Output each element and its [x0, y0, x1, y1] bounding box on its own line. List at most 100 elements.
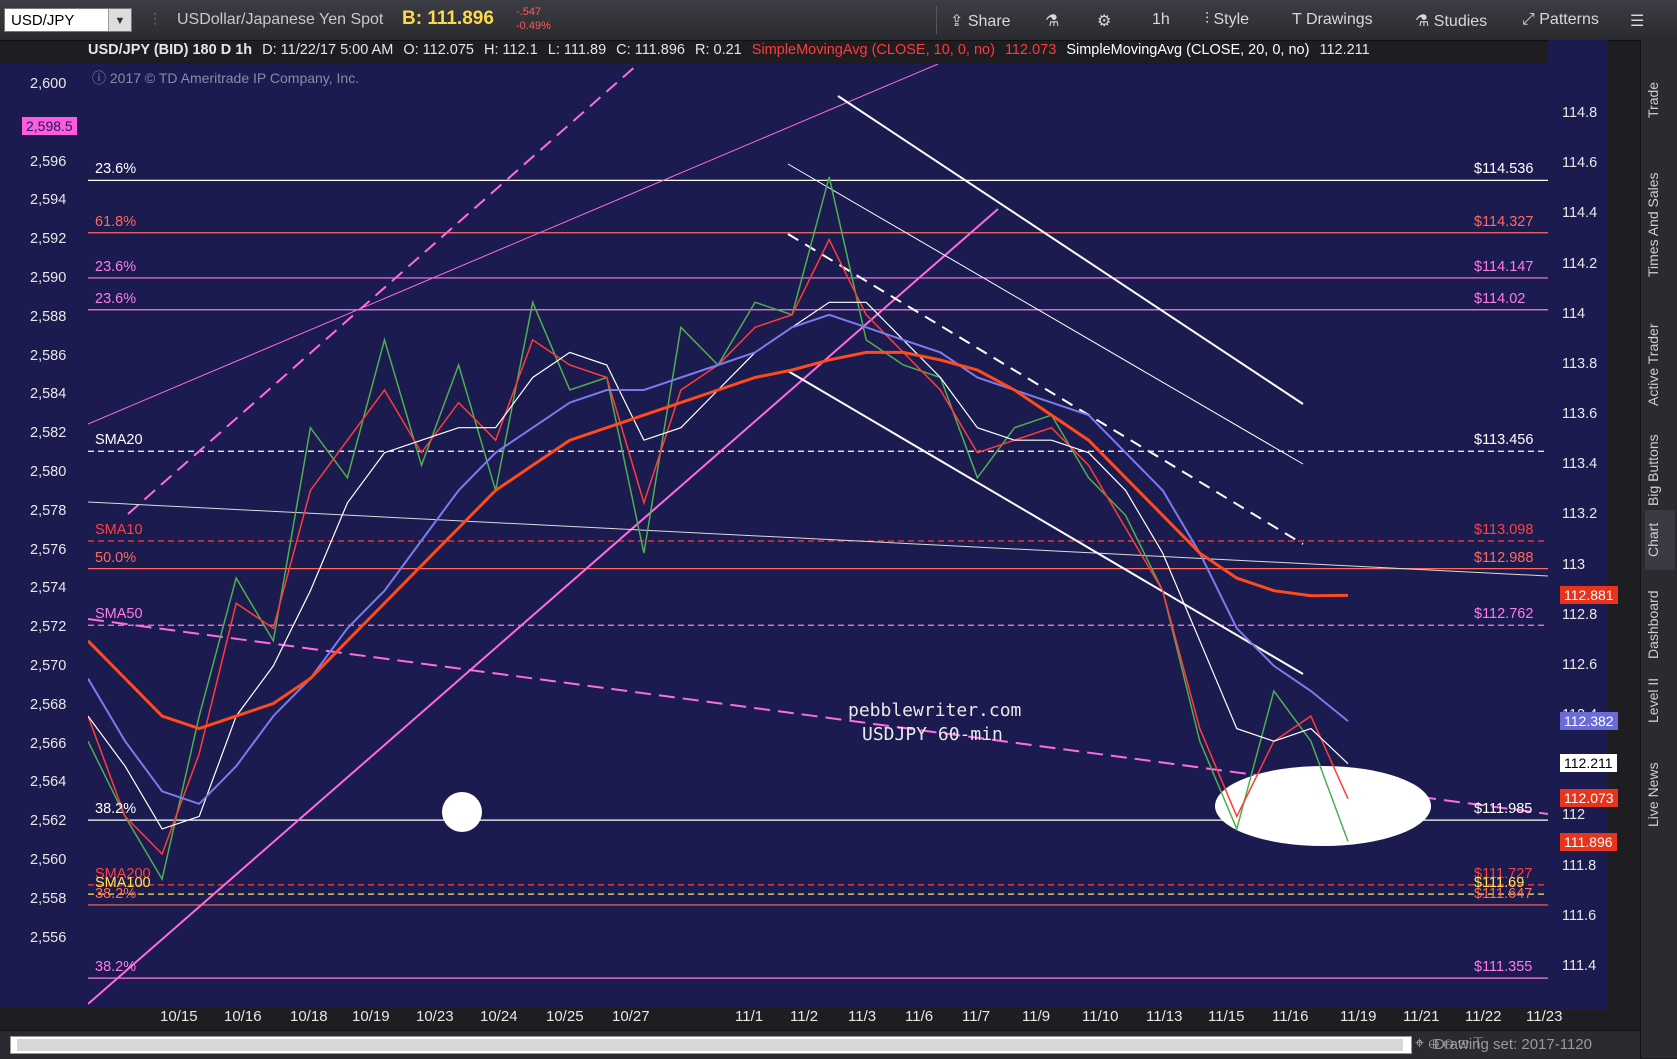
x-tick: 11/3 [848, 1008, 877, 1025]
trendline-flat [88, 501, 1548, 577]
sma20-label[interactable]: SimpleMovingAvg (CLOSE, 20, 0, no) [1066, 42, 1309, 58]
y-right-tick: 113.2 [1562, 506, 1598, 523]
y-left-tick: 2,580 [30, 464, 67, 480]
bar-high: H: 112.1 [484, 42, 538, 58]
left-price-tag: 2,598.5 [22, 117, 77, 135]
sidebar-tab-big-buttons[interactable]: Big Buttons [1645, 430, 1675, 510]
price-tag: 112.881 [1560, 586, 1618, 605]
y-left-tick: 2,576 [30, 541, 67, 558]
y-right-tick: 114.8 [1562, 105, 1598, 122]
sma10-label[interactable]: SimpleMovingAvg (CLOSE, 10, 0, no) [752, 42, 995, 58]
y-left-tick: 2,556 [30, 929, 67, 946]
y-left-tick: 2,558 [30, 890, 67, 907]
chart-plot-area[interactable] [88, 64, 1548, 1007]
y-right-tick: 113.8 [1562, 355, 1598, 372]
bar-open: O: 112.075 [403, 42, 474, 58]
change-value: -.547 [516, 6, 542, 18]
timeframe-button[interactable]: 1h [1152, 11, 1170, 29]
x-tick: 11/16 [1272, 1008, 1309, 1025]
level-label-right: $114.02 [1474, 290, 1526, 307]
share-button[interactable]: ⇪ Share [950, 11, 1011, 31]
y-left-tick: 2,574 [30, 580, 67, 597]
price-chart [88, 64, 1548, 1005]
level-label-left: 23.6% [95, 161, 137, 178]
x-tick: 10/16 [224, 1008, 262, 1025]
patterns-button[interactable]: ⤢ Patterns [1522, 11, 1599, 29]
x-tick: 11/22 [1465, 1008, 1502, 1025]
price-tag: 111.896 [1560, 833, 1617, 852]
series-line-1 [88, 176, 1349, 882]
y-left-tick: 2,596 [30, 153, 67, 170]
sma10-value: 112.073 [1004, 42, 1057, 58]
sidebar-tab-chart[interactable]: Chart [1645, 510, 1675, 570]
y-left-tick: 2,584 [30, 386, 67, 403]
price-tag: 112.382 [1560, 711, 1618, 730]
x-tick: 11/10 [1082, 1008, 1119, 1025]
x-tick: 10/19 [352, 1008, 390, 1025]
copyright: ⓘ 2017 © TD Ameritrade IP Company, Inc. [92, 70, 360, 86]
level-label-left: 23.6% [95, 258, 137, 275]
y-left-tick: 2,560 [30, 852, 67, 868]
sidebar-tab-times-and-sales[interactable]: Times And Sales [1645, 150, 1675, 300]
sidebar-tab-level-ii[interactable]: Level II [1645, 670, 1675, 730]
y-right-tick: 114.2 [1562, 255, 1598, 272]
gear-icon[interactable]: ⚙ [1097, 11, 1111, 31]
drawings-button[interactable]: T Drawings [1292, 11, 1373, 29]
level-label-left: 38.2% [95, 801, 137, 818]
y-left-tick: 2,590 [30, 270, 67, 286]
bar-low: L: 111.89 [547, 42, 607, 58]
chart-title: USD/JPY (BID) 180 D 1h [88, 42, 253, 58]
x-tick: 11/7 [962, 1008, 991, 1025]
annotation-site: pebblewriter.com [848, 700, 1022, 721]
level-label-left: 38.2% [95, 959, 137, 976]
level-label-right: $114.536 [1474, 161, 1534, 178]
x-tick: 10/15 [160, 1008, 198, 1025]
flask-icon: ⚗ [1415, 13, 1434, 30]
chevron-down-icon[interactable]: ▼ [108, 9, 131, 31]
level-label-left: SMA20 [95, 432, 143, 449]
flask-icon[interactable]: ⚗ [1045, 11, 1059, 31]
divider [936, 6, 937, 34]
menu-icon[interactable]: ☰ [1630, 11, 1644, 31]
level-label-right: $112.988 [1474, 549, 1534, 566]
style-button[interactable]: ⫶ Style [1205, 11, 1249, 29]
level-label-left: 23.6% [95, 290, 137, 307]
bid-price: B: 111.896 [402, 8, 494, 29]
sidebar-tab-dashboard[interactable]: Dashboard [1645, 580, 1675, 670]
y-left-tick: 2,568 [30, 696, 67, 713]
y-left-tick: 2,588 [30, 308, 67, 325]
x-tick: 11/9 [1022, 1008, 1051, 1025]
grip-icon[interactable]: ⋮ [148, 10, 162, 27]
x-tick: 11/15 [1208, 1008, 1245, 1025]
scroll-thumb[interactable] [17, 1039, 1403, 1051]
patterns-icon: ⤢ [1522, 11, 1540, 28]
y-left-tick: 2,578 [30, 502, 67, 519]
sidebar-tab-live-news[interactable]: Live News [1645, 740, 1675, 850]
y-right-tick: 111.8 [1562, 857, 1597, 874]
x-tick: 10/18 [290, 1008, 328, 1025]
change-percent: -0.49% [516, 20, 551, 32]
time-scrollbar[interactable] [10, 1036, 1412, 1054]
bar-close: C: 111.896 [616, 42, 685, 58]
y-left-tick: 2,562 [30, 813, 67, 830]
y-right-tick: 112.6 [1562, 656, 1598, 673]
level-label-right: $111.647 [1474, 885, 1533, 902]
x-tick: 11/2 [790, 1008, 819, 1025]
y-left-tick: 2,564 [30, 774, 67, 791]
x-tick: 11/6 [905, 1008, 934, 1025]
bottom-bar: ⌖ ⊕ ⊖ ⊡ ⊤ Drawing set: 2017-1120 [0, 1030, 1640, 1059]
y-right-tick: 113.6 [1562, 406, 1598, 423]
level-label-right: $113.456 [1474, 432, 1534, 449]
studies-button[interactable]: ⚗ Studies [1415, 11, 1487, 31]
drawing-set: Drawing set: 2017-1120 [1433, 1036, 1592, 1053]
x-tick: 11/23 [1526, 1008, 1563, 1025]
price-tag: 112.211 [1560, 754, 1617, 773]
y-left-tick: 2,594 [30, 192, 67, 209]
bar-date: D: 11/22/17 5:00 AM [262, 42, 394, 58]
sidebar-tab-trade[interactable]: Trade [1645, 60, 1675, 140]
level-label-right: $113.098 [1474, 522, 1534, 539]
level-label-right: $111.985 [1474, 801, 1533, 818]
level-label-left: 61.8% [95, 213, 137, 230]
sidebar-tab-active-trader[interactable]: Active Trader [1645, 310, 1675, 420]
symbol-selector[interactable]: USD/JPY ▼ [4, 8, 132, 32]
